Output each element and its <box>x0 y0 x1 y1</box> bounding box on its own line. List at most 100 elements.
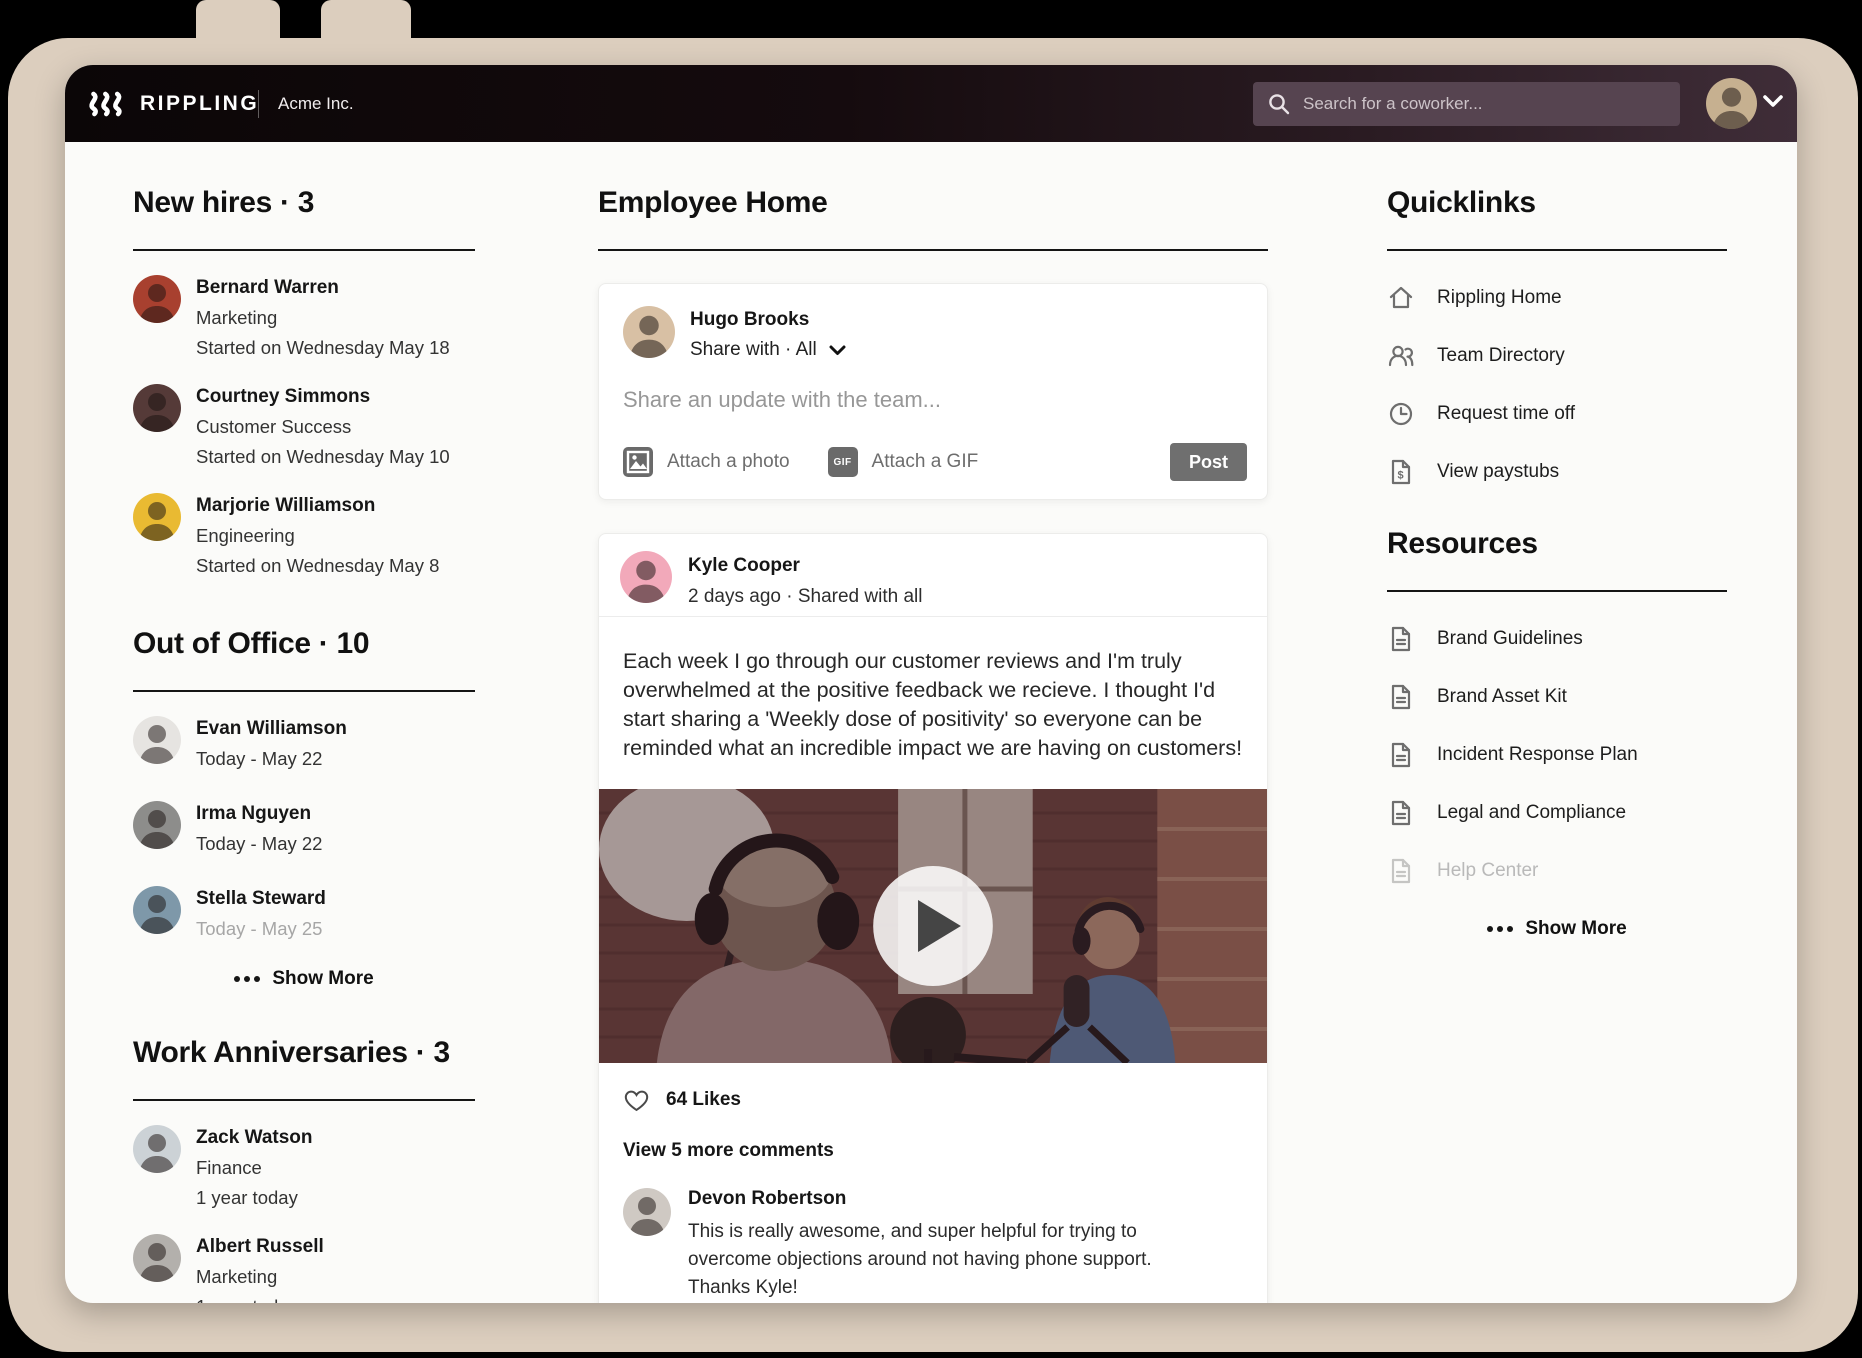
resource-label: Incident Response Plan <box>1437 744 1638 766</box>
post-composer: Hugo Brooks Share with · All Share an up… <box>598 283 1268 500</box>
video-thumbnail <box>599 789 1267 1063</box>
person-start-date: Started on Wednesday May 8 <box>196 555 439 577</box>
header-divider <box>258 90 259 118</box>
comment-text: This is really awesome, and super helpfu… <box>688 1218 1208 1302</box>
person-name: Evan Williamson <box>196 718 347 740</box>
document-icon <box>1387 799 1415 827</box>
comment: Devon Robertson This is really awesome, … <box>599 1162 1267 1303</box>
anniversary-row[interactable]: Zack Watson Finance 1 year today <box>133 1125 475 1209</box>
resources-title: Resources <box>1387 527 1727 561</box>
attach-gif-button[interactable]: GIF Attach a GIF <box>828 447 979 477</box>
feed-column: Employee Home Hugo Brooks Share with · A… <box>598 142 1268 1303</box>
resource-help-center[interactable]: Help Center <box>1387 842 1727 900</box>
coworker-search-input[interactable]: Search for a coworker... <box>1253 82 1680 126</box>
attach-photo-button[interactable]: Attach a photo <box>623 447 790 477</box>
share-with-label: Share with · All <box>690 339 817 361</box>
attach-photo-label: Attach a photo <box>667 451 790 473</box>
view-more-comments-button[interactable]: View 5 more comments <box>599 1112 1267 1162</box>
resource-brand-guidelines[interactable]: Brand Guidelines <box>1387 610 1727 668</box>
document-icon <box>1387 741 1415 769</box>
person-dept: Marketing <box>196 307 450 329</box>
sidebar-right: Quicklinks Rippling Home <box>1387 142 1727 940</box>
document-icon <box>1387 625 1415 653</box>
person-name: Stella Steward <box>196 888 326 910</box>
person-dept: Marketing <box>196 1266 324 1288</box>
resource-label: Brand Asset Kit <box>1437 686 1567 708</box>
quicklinks-title: Quicklinks <box>1387 186 1727 220</box>
new-hire-row[interactable]: Marjorie Williamson Engineering Started … <box>133 493 475 577</box>
out-of-office-row[interactable]: Evan Williamson Today - May 22 <box>133 716 475 770</box>
new-hire-row[interactable]: Courtney Simmons Customer Success Starte… <box>133 384 475 468</box>
post-video-player[interactable] <box>599 789 1267 1063</box>
person-dates: Today - May 25 <box>196 918 326 940</box>
person-start-date: Started on Wednesday May 18 <box>196 337 450 359</box>
resource-brand-asset-kit[interactable]: Brand Asset Kit <box>1387 668 1727 726</box>
resource-label: Brand Guidelines <box>1437 628 1583 650</box>
out-of-office-title: Out of Office · 10 <box>133 627 475 661</box>
composer-text-input[interactable]: Share an update with the team... <box>623 387 1243 413</box>
resource-legal-and-compliance[interactable]: Legal and Compliance <box>1387 784 1727 842</box>
app-header: RIPPLING Acme Inc. Search for a coworker… <box>65 65 1797 142</box>
person-dept: Engineering <box>196 525 439 547</box>
person-name: Irma Nguyen <box>196 803 322 825</box>
person-name: Bernard Warren <box>196 277 450 299</box>
ellipsis-icon <box>234 976 240 982</box>
sidebar-left: New hires · 3 Bernard Warren Marketing S… <box>133 142 475 1303</box>
share-with-selector[interactable]: Share with · All <box>690 339 846 361</box>
composer-user-name: Hugo Brooks <box>690 309 846 331</box>
section-rule <box>598 249 1268 251</box>
gif-icon: GIF <box>828 447 858 477</box>
likes-count[interactable]: 64 Likes <box>666 1089 741 1111</box>
out-of-office-row[interactable]: Irma Nguyen Today - May 22 <box>133 801 475 855</box>
person-dates: Today - May 22 <box>196 748 347 770</box>
search-placeholder: Search for a coworker... <box>1303 94 1483 114</box>
resource-label: Help Center <box>1437 860 1538 882</box>
home-icon <box>1387 284 1415 312</box>
user-menu-chevron-down-icon[interactable] <box>1762 94 1784 108</box>
post-button[interactable]: Post <box>1170 443 1247 481</box>
resource-incident-response-plan[interactable]: Incident Response Plan <box>1387 726 1727 784</box>
section-rule <box>1387 249 1727 251</box>
search-icon <box>1267 92 1291 116</box>
quicklink-view-paystubs[interactable]: $ View paystubs <box>1387 443 1727 501</box>
comment-author-avatar <box>623 1188 671 1236</box>
avatar <box>133 275 181 323</box>
quicklink-team-directory[interactable]: Team Directory <box>1387 327 1727 385</box>
post-author-name[interactable]: Kyle Cooper <box>688 555 800 577</box>
avatar <box>133 801 181 849</box>
post-meta: 2 days ago · Shared with all <box>688 586 922 608</box>
paystub-document-icon: $ <box>1387 458 1415 486</box>
post-author-avatar <box>620 551 672 603</box>
page-title: Employee Home <box>598 186 1268 220</box>
person-dept: Finance <box>196 1157 313 1179</box>
like-heart-icon[interactable] <box>623 1087 650 1112</box>
resources-show-more-button[interactable]: Show More <box>1387 918 1727 940</box>
person-dept: Customer Success <box>196 416 450 438</box>
person-anniversary: 1 year today <box>196 1296 324 1303</box>
quicklink-rippling-home[interactable]: Rippling Home <box>1387 269 1727 327</box>
out-of-office-show-more-button[interactable]: Show More <box>133 968 475 990</box>
avatar <box>133 493 181 541</box>
person-anniversary: 1 year today <box>196 1187 313 1209</box>
document-icon <box>1387 857 1415 885</box>
avatar <box>133 886 181 934</box>
desk-tab-decor-1 <box>196 0 280 42</box>
user-avatar[interactable] <box>1706 78 1757 129</box>
anniversary-row[interactable]: Albert Russell Marketing 1 year today <box>133 1234 475 1303</box>
quicklink-request-time-off[interactable]: Request time off <box>1387 385 1727 443</box>
section-rule <box>133 690 475 692</box>
out-of-office-row[interactable]: Stella Steward Today - May 25 <box>133 886 475 940</box>
new-hire-row[interactable]: Bernard Warren Marketing Started on Wedn… <box>133 275 475 359</box>
desk-tab-decor-2 <box>321 0 411 42</box>
comment-author-name[interactable]: Devon Robertson <box>688 1188 1208 1210</box>
show-more-label: Show More <box>1525 918 1626 940</box>
rippling-logo[interactable]: RIPPLING <box>88 65 259 142</box>
attach-gif-label: Attach a GIF <box>872 451 979 473</box>
post-text: Each week I go through our customer revi… <box>599 617 1267 789</box>
brand-wordmark: RIPPLING <box>140 92 259 116</box>
work-anniversaries-title: Work Anniversaries · 3 <box>133 1036 475 1070</box>
quicklink-label: View paystubs <box>1437 461 1559 483</box>
ellipsis-icon <box>1487 926 1493 932</box>
avatar <box>133 1234 181 1282</box>
avatar <box>133 1125 181 1173</box>
